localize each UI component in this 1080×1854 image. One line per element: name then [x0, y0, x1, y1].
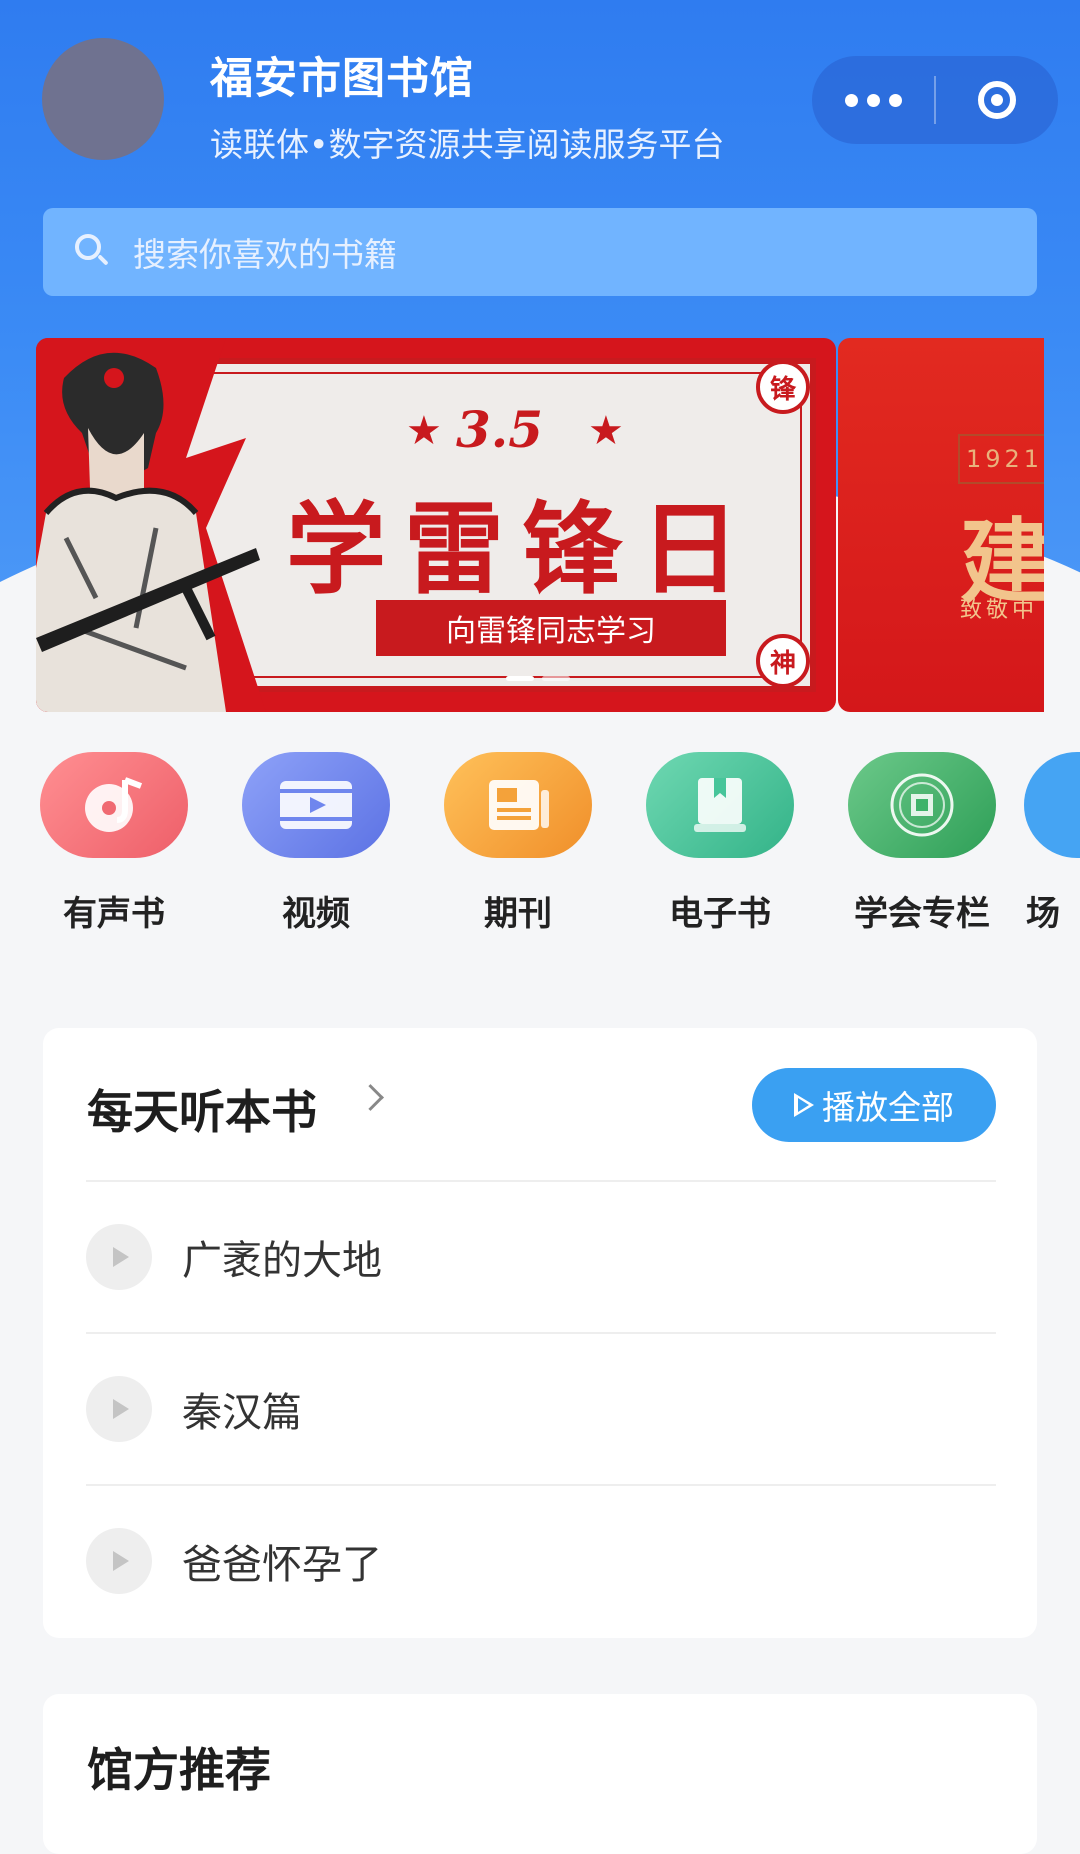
search-icon [75, 234, 111, 270]
chevron-right-icon[interactable] [357, 1084, 384, 1111]
category-label: 视频 [282, 894, 350, 934]
track-name: 秦汉篇 [182, 1390, 302, 1436]
soldier-illustration [36, 338, 266, 712]
track-item[interactable]: 秦汉篇 [86, 1334, 996, 1484]
play-outline-icon [794, 1093, 814, 1117]
banner-slide-leifeng[interactable]: ★ 3.5 ★ 学雷锋日 向雷锋同志学习 锋 神 [36, 338, 836, 712]
book-icon [646, 752, 794, 858]
page-title: 福安市图书馆 [210, 54, 474, 104]
carousel-indicator [506, 676, 570, 681]
category-label: 场 [1026, 894, 1060, 934]
play-all-button[interactable]: 播放全部 [752, 1068, 996, 1142]
library-avatar[interactable] [42, 38, 164, 160]
banner-next-sub: 致敬中 [960, 598, 1039, 623]
category-video[interactable]: 视频 [216, 752, 416, 935]
category-row: 有声书 视频 期刊 电子书 学会专栏 场 [0, 752, 1080, 942]
play-icon[interactable] [86, 1528, 152, 1594]
search-bar[interactable]: 搜索你喜欢的书籍 [43, 208, 1037, 296]
search-placeholder: 搜索你喜欢的书籍 [133, 235, 397, 274]
track-item[interactable]: 广袤的大地 [86, 1182, 996, 1332]
music-disc-icon [40, 752, 188, 858]
track-item[interactable]: 爸爸怀孕了 [86, 1486, 996, 1636]
category-ebook[interactable]: 电子书 [620, 752, 820, 935]
category-periodical[interactable]: 期刊 [418, 752, 618, 935]
category-label: 期刊 [484, 894, 552, 934]
more-dots-icon[interactable] [812, 56, 934, 144]
recommend-title[interactable]: 馆方推荐 [87, 1734, 271, 1800]
star-icon: ★ [588, 408, 624, 454]
category-label: 有声书 [63, 894, 165, 934]
banner-ribbon: 向雷锋同志学习 [376, 600, 726, 656]
category-label: 电子书 [669, 894, 771, 934]
target-circle-icon[interactable] [936, 56, 1058, 144]
track-name: 爸爸怀孕了 [182, 1542, 382, 1588]
page-subtitle: 读联体•数字资源共享阅读服务平台 [210, 125, 725, 164]
category-society-column[interactable]: 学会专栏 [822, 752, 1022, 935]
play-icon[interactable] [86, 1224, 152, 1290]
track-name: 广袤的大地 [182, 1238, 382, 1284]
star-icon: ★ [406, 408, 442, 454]
banner-slide-next[interactable]: 1921 建 致敬中 [838, 338, 1044, 712]
category-venue[interactable]: 场 [1024, 752, 1080, 935]
society-emblem-icon [848, 752, 996, 858]
venue-icon [1024, 752, 1080, 858]
banner-date: 3.5 [456, 400, 543, 459]
library-recommend-card: 馆方推荐 [43, 1694, 1037, 1854]
daily-listen-title[interactable]: 每天听本书 [87, 1076, 317, 1142]
banner-headline: 学雷锋日 [286, 490, 758, 608]
banner-seal-top: 锋 [756, 360, 810, 414]
play-all-label: 播放全部 [822, 1088, 954, 1127]
daily-listen-card: 每天听本书 播放全部 广袤的大地 秦汉篇 爸爸怀孕了 [43, 1028, 1037, 1638]
category-label: 学会专栏 [854, 894, 990, 934]
video-film-icon [242, 752, 390, 858]
banner-next-year: 1921 [958, 434, 1044, 484]
miniprogram-capsule [812, 56, 1058, 144]
play-icon[interactable] [86, 1376, 152, 1442]
newspaper-icon [444, 752, 592, 858]
category-audiobook[interactable]: 有声书 [14, 752, 214, 935]
banner-seal-bottom: 神 [756, 634, 810, 688]
